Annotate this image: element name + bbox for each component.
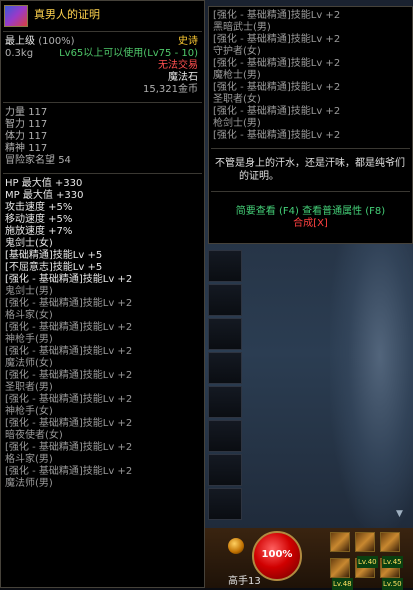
skill-level: Lv.45 — [382, 556, 403, 568]
skill-bonus: [强化 - 基础精通]技能Lv +2 — [5, 418, 133, 429]
skill-bonus: [强化 - 基础精通]技能Lv +2 — [5, 346, 133, 357]
brief-view-button[interactable]: 简要查看 (F4) — [236, 206, 299, 217]
class-name: 神枪手(女) — [5, 406, 53, 417]
stat-str: 力量 117 — [5, 107, 48, 118]
effects-list: HP 最大值 +330 MP 最大值 +330 攻击速度 +5% 移动速度 +5… — [1, 178, 204, 274]
inventory-slot[interactable] — [208, 284, 242, 316]
type-row: 魔法石 — [1, 72, 204, 84]
skill-bonus: [强化 - 基础精通]技能Lv +2 — [213, 34, 341, 45]
skill-bonus: [强化 - 基础精通]技能Lv +2 — [5, 466, 133, 477]
inventory-slot[interactable] — [208, 488, 242, 520]
trade-row: 无法交易 — [1, 60, 204, 72]
level-requirement: Lv65以上可以使用(Lv75 - 10) — [59, 48, 198, 59]
class-name: 暗夜使者(女) — [5, 430, 63, 441]
stat-int: 智力 117 — [5, 119, 48, 130]
class-name: 圣职者(女) — [213, 94, 261, 105]
inventory-slot[interactable] — [208, 386, 242, 418]
class-name: 格斗家(女) — [5, 310, 53, 321]
stat-fame: 冒险家名望 54 — [5, 155, 71, 166]
stat-spr: 精神 117 — [5, 143, 48, 154]
item-type: 魔法石 — [168, 72, 198, 83]
class-name: 魔法师(男) — [5, 478, 53, 489]
item-tooltip: 真男人的证明 最上级 (100%) 史诗 0.3kg Lv65以上可以使用(Lv… — [0, 0, 205, 588]
effect-line: 攻击速度 +5% — [5, 202, 73, 213]
inventory-slot[interactable] — [208, 250, 242, 282]
divider — [211, 191, 410, 192]
skill-bonus: [强化 - 基础精通]技能Lv +2 — [5, 442, 133, 453]
character-label: 高手13 — [228, 576, 261, 587]
skill-bonus: [强化 - 基础精通]技能Lv +2 — [5, 322, 133, 333]
skill-slot-icon[interactable] — [330, 532, 350, 552]
stat-vit: 体力 117 — [5, 131, 48, 142]
inventory-slot[interactable] — [208, 352, 242, 384]
class-name: 黑暗武士(男) — [213, 22, 271, 33]
skill-level: Lv.48 — [332, 578, 353, 590]
scroll-down-icon[interactable]: ▼ — [396, 508, 408, 528]
skill-bonus: [强化 - 基础精通]技能Lv +2 — [5, 274, 133, 285]
inventory-slot[interactable] — [208, 318, 242, 350]
skill-bonus: [强化 - 基础精通]技能Lv +2 — [213, 106, 341, 117]
grade-row: 最上级 (100%) 史诗 — [1, 36, 204, 48]
item-description: 不管是身上的汗水，还是汗味，都是纯爷们的证明。 — [215, 158, 405, 182]
effect-class: 鬼剑士(女) — [5, 238, 53, 249]
skill-bonus: [强化 - 基础精通]技能Lv +2 — [213, 58, 341, 69]
view-buttons: 简要查看 (F4) 查看普通属性 (F8) — [209, 206, 412, 218]
skill-bonus: [强化 - 基础精通]技能Lv +2 — [5, 370, 133, 381]
level-limit: 最上级 (100%) — [5, 36, 75, 47]
compose-button[interactable]: 合成[X] — [209, 218, 412, 230]
skill-slot-icon[interactable] — [355, 532, 375, 552]
stats-list: 力量 117 智力 117 体力 117 精神 117 冒险家名望 54 — [1, 107, 204, 167]
rarity: 史诗 — [178, 36, 198, 47]
req-row: 0.3kg Lv65以上可以使用(Lv75 - 10) — [1, 48, 204, 60]
effect-line: [基础精通]技能Lv +5 — [5, 250, 103, 261]
divider — [211, 148, 410, 149]
skill-bonus: [强化 - 基础精通]技能Lv +2 — [5, 394, 133, 405]
skill-bonus: [强化 - 基础精通]技能Lv +2 — [213, 10, 341, 21]
effect-line: 移动速度 +5% — [5, 214, 73, 225]
price-row: 15,321金币 — [1, 84, 204, 96]
effect-line: [不屈意志]技能Lv +5 — [5, 262, 103, 273]
normal-attr-button[interactable]: 查看普通属性 (F8) — [302, 206, 385, 217]
item-price: 15,321金币 — [143, 84, 198, 95]
item-name: 真男人的证明 — [34, 8, 100, 21]
mp-orb-icon — [228, 538, 244, 554]
item-weight: 0.3kg — [5, 48, 34, 59]
class-name: 鬼剑士(男) — [5, 286, 53, 297]
inventory-slot[interactable] — [208, 420, 242, 452]
inventory-slot[interactable] — [208, 454, 242, 486]
hp-percent: 100% — [261, 549, 293, 560]
skill-bonus: [强化 - 基础精通]技能Lv +2 — [5, 298, 133, 309]
effect-line: HP 最大值 +330 — [5, 178, 83, 189]
mage-stone-icon — [4, 5, 28, 27]
skill-bonus-list: [强化 - 基础精通]技能Lv +2 鬼剑士(男) [强化 - 基础精通]技能L… — [1, 274, 204, 490]
class-name: 魔枪士(男) — [213, 70, 261, 81]
skill-level: Lv.40 — [357, 556, 378, 568]
skill-level: Lv.50 — [382, 578, 403, 590]
background-character-art — [330, 240, 413, 530]
skill-bonus: [强化 - 基础精通]技能Lv +2 — [213, 130, 341, 141]
class-name: 神枪手(男) — [5, 334, 53, 345]
skill-slot-icon[interactable] — [330, 558, 350, 578]
effect-line: 施放速度 +7% — [5, 226, 73, 237]
tooltip-header: 真男人的证明 — [1, 1, 204, 31]
skill-slot-icon[interactable] — [380, 532, 400, 552]
class-name: 魔法师(女) — [5, 358, 53, 369]
skill-bonus: [强化 - 基础精通]技能Lv +2 — [213, 82, 341, 93]
class-name: 守护者(女) — [213, 46, 261, 57]
trade-status: 无法交易 — [158, 60, 198, 71]
class-name: 圣职者(男) — [5, 382, 53, 393]
class-name: 格斗家(男) — [5, 454, 53, 465]
class-name: 枪剑士(男) — [213, 118, 261, 129]
effect-line: MP 最大值 +330 — [5, 190, 84, 201]
item-tooltip-continued: [强化 - 基础精通]技能Lv +2 黑暗武士(男) [强化 - 基础精通]技能… — [208, 6, 413, 244]
